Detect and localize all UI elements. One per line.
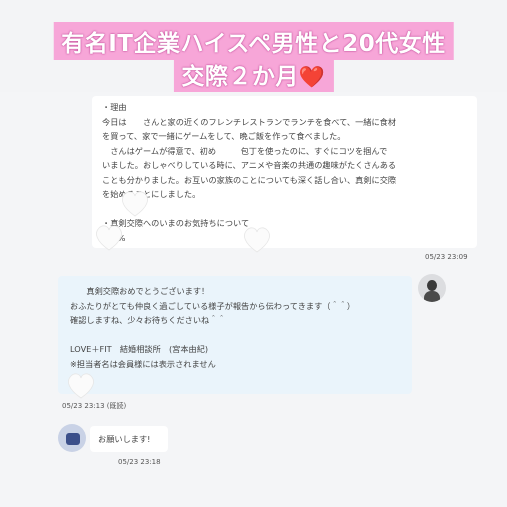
message-line: 真剣交際おめでとうございます！ (70, 286, 210, 296)
member-short-message: お願いします! (90, 426, 168, 452)
message-line: ・真剣交際へのいまのお気持ちについて (102, 218, 250, 228)
heart-sticker-icon (120, 190, 150, 218)
message-line: ※担当者名は会員様には表示されません (70, 358, 216, 369)
message-timestamp: 05/23 23:18 (118, 458, 161, 466)
avatar-body (424, 291, 440, 302)
heart-icon: ❤️ (298, 65, 326, 89)
member-avatar[interactable] (58, 424, 86, 452)
banner-title-line2: 交際２か月❤️ (173, 55, 334, 93)
agent-reply-message: 真剣交際おめでとうございます！ おふたりがとても仲良く過ごしている様子が報告から… (58, 276, 412, 394)
message-line: 今日は さんと家の近くのフレンチレストランでランチを食べて、一緒に食材 (102, 116, 397, 127)
avatar-image (66, 433, 80, 445)
message-timestamp: 05/23 23:09 (425, 253, 468, 261)
message-line: さんはゲームが得意で、初め 包丁を使ったのに、すぐにコツを掴んで (102, 145, 388, 156)
agent-avatar[interactable] (418, 274, 446, 302)
heart-sticker-icon (66, 372, 96, 400)
avatar-head (427, 280, 437, 291)
message-line (70, 328, 400, 343)
heart-sticker-icon (94, 224, 124, 252)
message-line: ・理由 (102, 102, 127, 112)
message-line: いました。おしゃべりしている時に、アニメや音楽の共通の趣味がたくさんある (102, 160, 397, 170)
message-line: を始めることにしました。 (102, 189, 201, 199)
banner-title-line2-text: 交際２か月 (181, 64, 299, 90)
message-line: 100% (102, 231, 467, 246)
member-report-message: ・理由 今日は さんと家の近くのフレンチレストランでランチを食べて、一緒に食材 … (92, 96, 477, 248)
message-line: 確認しますね、少々お待ちくださいね＾＾ (70, 315, 226, 325)
message-line: LOVE＋FIT 結婚相談所 (宮本由紀) (70, 344, 209, 354)
title-banner: 有名IT企業ハイスペ男性と20代女性 交際２か月❤️ (0, 0, 507, 93)
message-line: を買って、家で一緒にゲームをして、晩ご飯を作って食べました。 (102, 131, 346, 141)
heart-sticker-icon (242, 226, 272, 254)
message-line: ことも分かりました。お互いの家族のことについても深く話し合い、真剣に交際 (102, 174, 397, 185)
message-timestamp-read: 05/23 23:13 (既読) (62, 402, 127, 410)
message-line (102, 202, 467, 217)
message-line: おふたりがとても仲良く過ごしている様子が報告から伝わってきます（＾＾） (70, 300, 356, 311)
